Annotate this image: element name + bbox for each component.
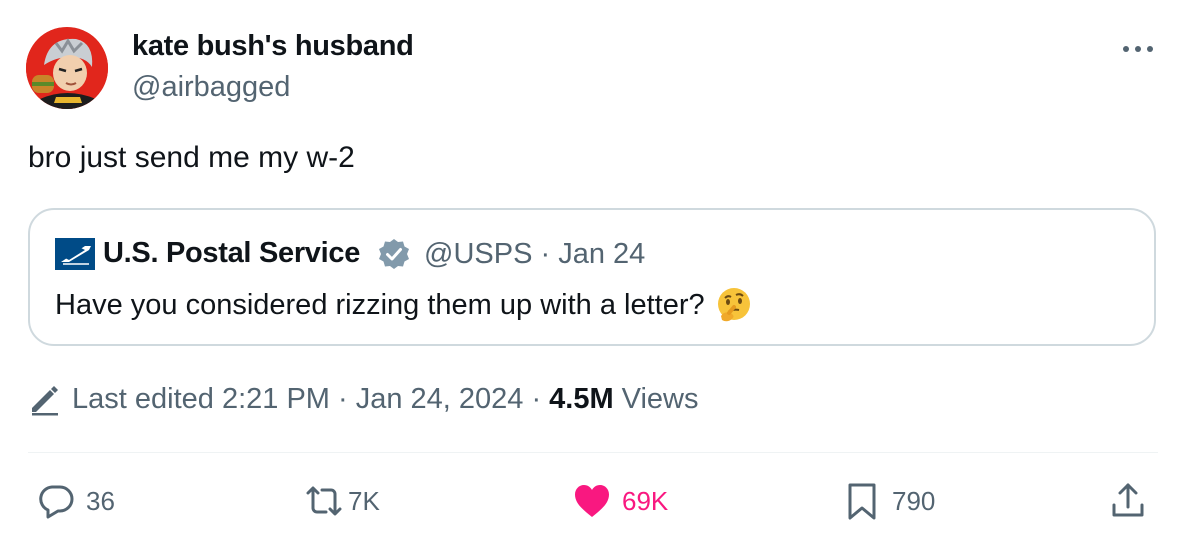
bookmark-button[interactable]: 790 [842, 478, 935, 524]
usps-eagle-logo [55, 238, 95, 270]
more-options-button[interactable] [1118, 34, 1158, 64]
quoted-date[interactable]: Jan 24 [558, 238, 645, 270]
anime-character-avatar [26, 27, 108, 109]
reply-count: 36 [86, 485, 115, 516]
quoted-tweet-text-row: Have you considered rizzing them up with… [55, 286, 753, 324]
divider [28, 452, 1158, 453]
quoted-account-name[interactable]: U.S. Postal Service [103, 237, 360, 270]
quoted-meta: @USPS · Jan 24 [424, 238, 645, 271]
meta-separator: · [540, 238, 551, 270]
thinking-face-emoji [717, 288, 750, 322]
tweet-text: bro just send me my w-2 [28, 141, 355, 174]
ellipsis-icon [1123, 46, 1153, 52]
quoted-tweet-card[interactable]: U.S. Postal Service @USPS · Jan 24 Have … [28, 208, 1156, 346]
reply-icon [39, 485, 74, 519]
heart-filled-icon [575, 485, 609, 517]
like-button[interactable]: 69K [572, 478, 668, 524]
reply-button[interactable]: 36 [36, 478, 115, 524]
avatar[interactable] [26, 27, 108, 109]
share-icon [1112, 483, 1144, 517]
views-label: Views [621, 382, 699, 415]
like-count: 69K [622, 485, 669, 516]
views-count: 4.5M [549, 382, 614, 415]
author-display-name[interactable]: kate bush's husband [132, 30, 414, 63]
edit-info-row: Last edited 2:21 PM · Jan 24, 2024 · 4.5… [28, 382, 698, 416]
bookmark-icon [848, 483, 876, 520]
bookmark-count: 790 [892, 485, 936, 516]
verified-badge-icon [379, 239, 409, 269]
repost-count: 7K [348, 485, 380, 516]
author-handle[interactable]: @airbagged [132, 71, 290, 104]
pencil-icon [32, 386, 58, 416]
repost-button[interactable]: 7K [304, 478, 380, 524]
repost-icon [306, 486, 342, 516]
share-button[interactable] [1108, 478, 1148, 524]
quoted-handle[interactable]: @USPS [424, 238, 532, 270]
edit-history-link[interactable]: Last edited 2:21 PM · Jan 24, 2024 · [72, 383, 541, 416]
quoted-tweet-text: Have you considered rizzing them up with… [55, 288, 705, 321]
